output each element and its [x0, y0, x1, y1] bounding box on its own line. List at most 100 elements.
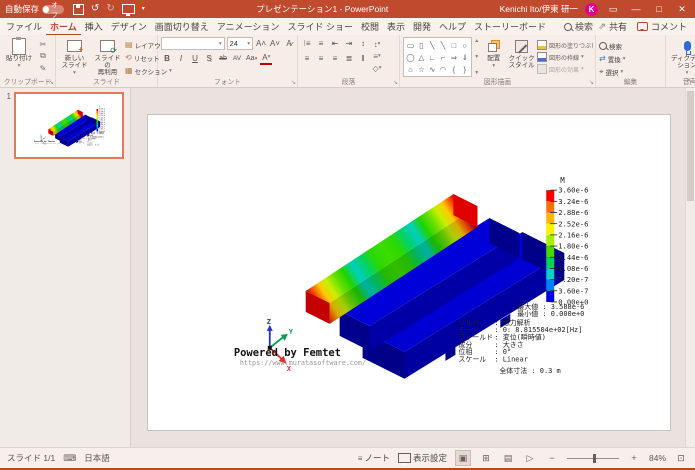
slide-sorter-view-button[interactable]: ⊞: [479, 451, 493, 465]
format-painter-icon[interactable]: ✎: [37, 63, 49, 73]
convert-smartart-icon[interactable]: ◇▾: [371, 63, 383, 73]
line-spacing-icon[interactable]: ↕: [357, 38, 369, 49]
ribbon-tab[interactable]: 開発: [409, 18, 435, 36]
slideshow-icon[interactable]: [122, 4, 135, 14]
brace-left-icon[interactable]: {: [449, 65, 458, 74]
align-right-icon[interactable]: ≡: [329, 53, 341, 64]
ribbon-tab[interactable]: ストーリーボード: [470, 18, 550, 36]
font-size-combobox[interactable]: 24▾: [227, 37, 253, 50]
undo-icon[interactable]: ↺: [91, 4, 99, 14]
text-box-icon[interactable]: ▭: [406, 41, 415, 50]
justify-icon[interactable]: ≣: [343, 53, 355, 64]
ribbon-tab[interactable]: ホーム: [46, 18, 81, 36]
text-shadow-button[interactable]: S: [203, 53, 215, 64]
comments-button[interactable]: コメント: [637, 20, 687, 33]
arrow-right-icon[interactable]: ⇒: [449, 53, 458, 62]
shape-fill-button[interactable]: 図形の塗りつぶし▾: [537, 40, 593, 50]
reset-button[interactable]: ⟲リセット: [125, 52, 155, 63]
ribbon-tab[interactable]: 挿入: [81, 18, 107, 36]
triangle-icon[interactable]: △: [417, 53, 426, 62]
zoom-percent[interactable]: 84%: [649, 453, 666, 463]
decrease-indent-icon[interactable]: ⇤: [329, 38, 341, 49]
layout-button[interactable]: ▤レイアウト▾: [125, 39, 155, 50]
ribbon-tab[interactable]: 表示: [383, 18, 409, 36]
font-dialog-launcher-icon[interactable]: ↘: [291, 79, 296, 86]
oval-icon[interactable]: ○: [460, 41, 469, 50]
autosave-control[interactable]: 自動保存 オフ: [5, 3, 64, 15]
zoom-slider[interactable]: [567, 458, 619, 459]
increase-font-icon[interactable]: A˄: [255, 38, 267, 49]
customize-qat-icon[interactable]: ▾: [142, 6, 145, 12]
save-icon[interactable]: [73, 4, 84, 15]
zoom-slider-thumb[interactable]: [593, 454, 596, 463]
search-box[interactable]: 検索: [564, 20, 593, 33]
bullets-icon[interactable]: ⁝≡: [301, 38, 313, 49]
zoom-out-button[interactable]: −: [545, 451, 559, 465]
paragraph-dialog-launcher-icon[interactable]: ↘: [393, 79, 398, 86]
oval-2-icon[interactable]: ◯: [406, 53, 415, 62]
line-icon[interactable]: ╲: [428, 41, 437, 50]
clear-formatting-icon[interactable]: A̷: [283, 38, 295, 49]
display-settings-button[interactable]: 表示設定: [398, 453, 447, 464]
collapse-ribbon-icon[interactable]: ˄: [687, 78, 691, 85]
replace-button[interactable]: ⇄置換▾: [599, 53, 625, 64]
shape-effects-button[interactable]: 図形の効果▾: [537, 64, 593, 74]
bold-button[interactable]: B: [161, 53, 173, 64]
quick-styles-button[interactable]: クイック スタイル: [508, 37, 535, 77]
ribbon-tab[interactable]: スライド ショー: [283, 18, 357, 36]
slide-thumbnail[interactable]: [14, 92, 124, 159]
text-direction-icon[interactable]: ↕▾: [371, 39, 383, 49]
dictation-button[interactable]: ディクテー ション ▾: [669, 37, 695, 77]
elbow-2-icon[interactable]: ⌐: [439, 53, 448, 62]
ribbon-tab[interactable]: アニメーション: [213, 18, 284, 36]
home-plate-icon[interactable]: ⌂: [406, 65, 415, 74]
slideshow-view-button[interactable]: ▷: [523, 451, 537, 465]
shape-outline-button[interactable]: 図形の枠線▾: [537, 52, 593, 62]
zoom-in-button[interactable]: +: [627, 451, 641, 465]
scrollbar-thumb[interactable]: [687, 91, 694, 201]
curve-icon[interactable]: ∿: [428, 65, 437, 74]
share-button[interactable]: ⇗ 共有: [598, 20, 627, 33]
ribbon-tab[interactable]: 校閲: [357, 18, 383, 36]
line-2-icon[interactable]: ╲: [439, 41, 448, 50]
decrease-font-icon[interactable]: A˅: [269, 38, 281, 49]
underline-button[interactable]: U: [189, 53, 201, 64]
star-icon[interactable]: ☆: [417, 65, 426, 74]
ribbon-tab[interactable]: デザイン: [107, 18, 151, 36]
arrow-down-icon[interactable]: ⇓: [460, 53, 469, 62]
ribbon-tab[interactable]: ヘルプ: [435, 18, 470, 36]
columns-icon[interactable]: ‖: [357, 53, 369, 64]
increase-indent-icon[interactable]: ⇥: [343, 38, 355, 49]
elbow-icon[interactable]: ∟: [428, 53, 437, 62]
autosave-toggle[interactable]: オフ: [42, 5, 64, 14]
align-center-icon[interactable]: ≡: [315, 53, 327, 64]
find-button[interactable]: 検索: [599, 40, 625, 51]
vertical-text-box-icon[interactable]: ▯: [417, 41, 426, 50]
paste-button[interactable]: 貼り付け ▾: [3, 37, 35, 77]
ribbon-display-options-icon[interactable]: ▭: [605, 4, 621, 15]
align-text-icon[interactable]: ≡▾: [371, 51, 383, 61]
shapes-scroll-down-icon[interactable]: ▼: [474, 54, 479, 60]
drawing-dialog-launcher-icon[interactable]: ↘: [589, 79, 594, 86]
font-name-combobox[interactable]: ▾: [161, 37, 225, 50]
ime-keyboard-icon[interactable]: ⌨: [63, 453, 76, 464]
section-button[interactable]: ▦セクション▾: [125, 65, 155, 76]
rectangle-icon[interactable]: □: [449, 41, 458, 50]
shapes-gallery[interactable]: ▭▯╲╲□○◯△∟⌐⇒⇓⌂☆∿◠{}: [403, 37, 472, 77]
change-case-button[interactable]: Aa▾: [245, 53, 258, 64]
normal-view-button[interactable]: ▣: [455, 450, 471, 466]
ribbon-tab[interactable]: ファイル: [2, 18, 46, 36]
shapes-scroll-up-icon[interactable]: ▲: [474, 38, 479, 44]
minimize-button[interactable]: —: [628, 4, 644, 14]
italic-button[interactable]: I: [175, 53, 187, 64]
slide[interactable]: ZYX M3.60e-63.24e-62.88e-62.52e-62.16e-6…: [147, 114, 671, 431]
new-slide-button[interactable]: 新しい スライド ▾: [59, 37, 90, 77]
redo-icon[interactable]: ↻: [106, 4, 114, 14]
fit-to-window-icon[interactable]: ⊡: [674, 451, 688, 465]
user-name[interactable]: Kenichi Ito/伊東 研一: [500, 3, 578, 15]
reading-view-button[interactable]: ▤: [501, 451, 515, 465]
notes-button[interactable]: ≡ノート: [358, 453, 390, 464]
character-spacing-button[interactable]: AV: [231, 53, 243, 64]
maximize-button[interactable]: □: [651, 4, 667, 14]
close-button[interactable]: ✕: [674, 4, 690, 15]
